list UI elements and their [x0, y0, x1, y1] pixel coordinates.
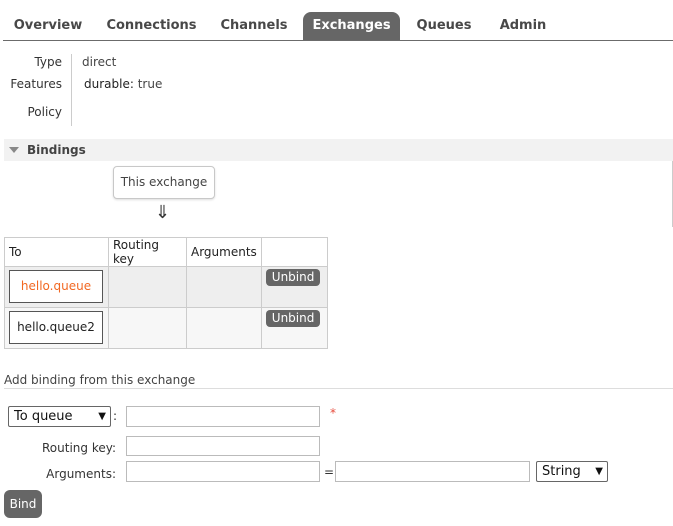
- add-binding-divider: [4, 388, 673, 389]
- binding-destination-cell: hello.queue: [4, 266, 109, 308]
- bindings-table: To Routing key Arguments hello.queue Unb…: [4, 237, 328, 349]
- durable-feature: durable: true: [84, 77, 162, 91]
- arguments-label: Arguments:: [46, 467, 116, 481]
- actions-cell: Unbind: [260, 307, 328, 349]
- durable-value: true: [137, 77, 163, 91]
- argument-type-value: String: [542, 464, 581, 479]
- argument-type-select[interactable]: String ▼: [536, 461, 608, 482]
- column-header-routing-key: Routing key: [108, 237, 187, 267]
- table-row: hello.queue Unbind: [4, 266, 328, 308]
- queue-link[interactable]: hello.queue: [9, 270, 103, 303]
- tab-admin[interactable]: Admin: [492, 12, 554, 40]
- add-binding-title: Add binding from this exchange: [4, 373, 196, 387]
- routing-key-input[interactable]: [126, 436, 320, 456]
- destination-name-input[interactable]: [126, 406, 320, 427]
- type-label: Type: [34, 55, 62, 69]
- type-value: direct: [82, 55, 117, 69]
- bind-button[interactable]: Bind: [4, 490, 42, 518]
- column-header-arguments: Arguments: [186, 237, 262, 267]
- table-row: hello.queue2 Unbind: [4, 307, 328, 349]
- destination-colon: :: [113, 409, 118, 423]
- collapse-triangle-icon[interactable]: [9, 147, 19, 153]
- durable-key: durable:: [84, 77, 134, 91]
- arguments-cell: [186, 307, 262, 349]
- argument-key-input[interactable]: [126, 461, 320, 482]
- tab-connections[interactable]: Connections: [103, 12, 200, 40]
- tab-queues[interactable]: Queues: [410, 12, 478, 40]
- routing-key-label: Routing key:: [42, 441, 116, 455]
- nav-divider: [3, 40, 673, 41]
- destination-type-value: To queue: [14, 409, 73, 424]
- this-exchange-box: This exchange: [113, 166, 215, 199]
- binding-destination-cell: hello.queue2: [4, 307, 109, 349]
- tab-overview[interactable]: Overview: [8, 12, 88, 40]
- bindings-section-header[interactable]: [4, 139, 673, 161]
- bindings-section-title[interactable]: Bindings: [27, 143, 86, 157]
- destination-type-select[interactable]: To queue ▼: [8, 406, 111, 427]
- table-header-row: To Routing key Arguments: [4, 237, 328, 267]
- arguments-cell: [186, 266, 262, 308]
- unbind-button[interactable]: Unbind: [265, 269, 321, 286]
- details-divider: [71, 54, 72, 126]
- unbind-button[interactable]: Unbind: [265, 310, 321, 327]
- actions-cell: Unbind: [260, 266, 328, 308]
- features-label: Features: [10, 77, 62, 91]
- routing-key-cell: [108, 307, 187, 349]
- chevron-down-icon: ▼: [595, 466, 603, 477]
- column-header-to: To: [4, 237, 109, 267]
- equals-sign: =: [324, 465, 335, 479]
- policy-label: Policy: [27, 105, 62, 119]
- argument-value-input[interactable]: [335, 461, 530, 482]
- tab-channels[interactable]: Channels: [215, 12, 293, 40]
- tab-exchanges[interactable]: Exchanges: [303, 12, 400, 40]
- chevron-down-icon: ▼: [98, 411, 106, 422]
- routing-key-cell: [108, 266, 187, 308]
- queue-link[interactable]: hello.queue2: [9, 311, 103, 344]
- top-navigation: Overview Connections Channels Exchanges …: [0, 0, 673, 41]
- required-marker: *: [330, 406, 336, 420]
- column-header-actions: [260, 237, 328, 267]
- down-arrow-icon: ⇓: [155, 202, 171, 223]
